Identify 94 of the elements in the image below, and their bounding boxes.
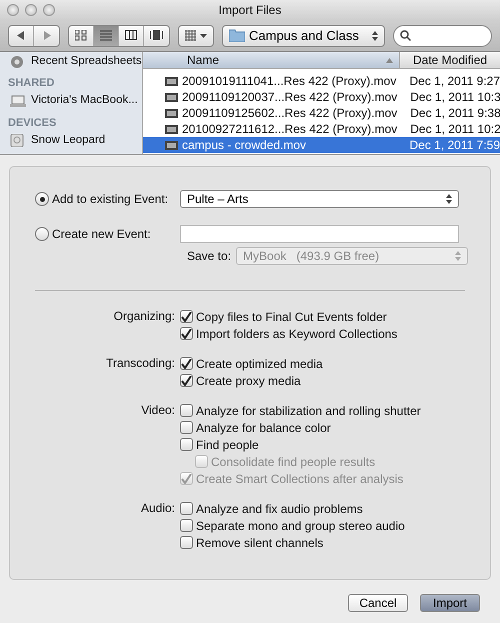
checkbox-label: Create optimized media: [196, 356, 323, 372]
checkbox[interactable]: [180, 327, 193, 340]
group-label: Video:: [140, 402, 176, 419]
stepper-icon: [372, 30, 378, 40]
checkbox-label: Create Smart Collections after analysis: [196, 470, 404, 488]
checkbox-label: Import folders as Keyword Collections: [196, 326, 398, 342]
film-icon: [165, 108, 178, 118]
default-button[interactable]: Import: [420, 594, 480, 612]
file-row[interactable]: campus - crowded.mov Dec 1, 2011 7:59: [143, 137, 500, 153]
column-label: Name: [187, 52, 220, 69]
checkbox[interactable]: [180, 310, 193, 323]
checkbox[interactable]: [180, 404, 193, 417]
checkbox-label: Analyze and fix audio problems: [196, 500, 363, 518]
sidebar-item[interactable]: Recent Spreadsheets: [6, 52, 142, 71]
grid-icon: [185, 30, 196, 41]
file-date: Dec 1, 2011 9:38: [409, 105, 500, 122]
checkbox-label: Consolidate find people results: [211, 454, 376, 470]
file-name: 20091109125602...Res 422 (Proxy).mov: [182, 105, 398, 122]
check-icon: [181, 312, 192, 322]
field-label: Save to:: [187, 248, 232, 265]
sort-icon: [386, 58, 393, 62]
radio-label: Add to existing Event:: [52, 191, 168, 208]
checkbox[interactable]: [180, 357, 193, 370]
file-name: campus - crowded.mov: [182, 137, 306, 154]
icons-view-icon: [74, 30, 88, 41]
checkbox[interactable]: [180, 502, 193, 515]
event-name-field[interactable]: [180, 225, 459, 243]
film-icon: [165, 92, 178, 102]
list-view-icon: [100, 30, 112, 41]
radio-button[interactable]: [35, 227, 49, 241]
checkbox-label: Analyze for balance color: [196, 420, 331, 436]
laptop-icon: [10, 94, 26, 108]
file-row[interactable]: 20100927211612...Res 422 (Proxy).mov Dec 1, 2011 10:2: [143, 121, 500, 137]
stepper-icon: [455, 251, 462, 261]
stepper-icon: [446, 194, 452, 204]
search-icon: [400, 30, 411, 41]
view-button[interactable]: [94, 26, 119, 46]
checkbox[interactable]: [180, 374, 193, 387]
drive-icon: [10, 134, 26, 147]
window-title: Import Files: [218, 3, 282, 17]
caret-icon: [200, 34, 207, 38]
checkbox[interactable]: [180, 438, 193, 451]
film-icon: [165, 140, 178, 150]
check-icon: [181, 376, 192, 386]
file-row[interactable]: 20091019111041...Res 422 (Proxy).mov Dec 1, 2011 9:27: [143, 73, 500, 89]
folder-icon: [229, 29, 245, 42]
file-row[interactable]: 20091109125602...Res 422 (Proxy).mov Dec 1, 2011 9:38: [143, 105, 500, 121]
check-icon: [181, 358, 192, 368]
sidebar-item[interactable]: Victoria's MacBook...: [6, 92, 142, 110]
column-header[interactable]: Name: [143, 52, 400, 68]
film-icon: [165, 124, 178, 134]
column-header[interactable]: Date Modified: [400, 52, 488, 68]
back-icon: [17, 31, 25, 40]
group-label: Organizing:: [112, 308, 176, 325]
check-icon: [181, 328, 192, 338]
checkbox-label: Copy files to Final Cut Events folder: [196, 308, 387, 326]
checkbox-label: Find people: [196, 436, 259, 454]
checkbox-label: Analyze for stabilization and rolling shutter: [196, 402, 421, 420]
group-label: Audio:: [140, 500, 176, 517]
checkbox-label: Remove silent channels: [196, 534, 324, 552]
file-date: Dec 1, 2011 7:59: [408, 137, 500, 154]
window-control[interactable]: [25, 4, 37, 16]
film-icon: [165, 76, 178, 86]
file-name: 20091109120037...Res 422 (Proxy).mov: [182, 89, 398, 106]
location-popup[interactable]: Campus and Class: [222, 24, 385, 46]
file-name: 20091019111041...Res 422 (Proxy).mov: [182, 73, 396, 90]
window-control[interactable]: [7, 4, 19, 16]
forward-icon: [42, 31, 50, 40]
columns-view-icon: [124, 30, 138, 41]
file-date: Dec 1, 2011 9:27: [408, 73, 500, 90]
arrange-button[interactable]: [178, 24, 214, 46]
check-icon: [181, 474, 192, 484]
file-name: 20100927211612...Res 422 (Proxy).mov: [182, 121, 398, 138]
event-popup[interactable]: Pulte – Arts: [180, 190, 459, 208]
file-date: Dec 1, 2011 10:3: [409, 89, 500, 106]
sidebar-heading: SHARED: [7, 76, 56, 91]
window-control[interactable]: [43, 4, 55, 16]
search-field[interactable]: [393, 24, 492, 46]
checkbox[interactable]: [180, 421, 193, 434]
checkbox[interactable]: [180, 536, 193, 549]
radio-button[interactable]: [35, 192, 49, 206]
coverflow-view-icon: [150, 30, 163, 41]
checkbox[interactable]: [180, 519, 193, 532]
sidebar-item[interactable]: Snow Leopard: [6, 131, 142, 150]
view-switcher[interactable]: [68, 24, 170, 46]
gear-icon: [10, 55, 26, 68]
cancel-button[interactable]: Cancel: [348, 594, 408, 612]
checkbox-label: Create proxy media: [196, 372, 301, 390]
file-row[interactable]: 20091109120037...Res 422 (Proxy).mov Dec 1, 2011 10:3: [143, 89, 500, 105]
radio-label: Create new Event:: [52, 226, 151, 243]
checkbox-label: Separate mono and group stereo audio: [196, 518, 405, 534]
sidebar-heading: DEVICES: [7, 116, 58, 130]
file-date: Dec 1, 2011 10:2: [409, 121, 500, 138]
group-label: Transcoding:: [105, 355, 176, 372]
